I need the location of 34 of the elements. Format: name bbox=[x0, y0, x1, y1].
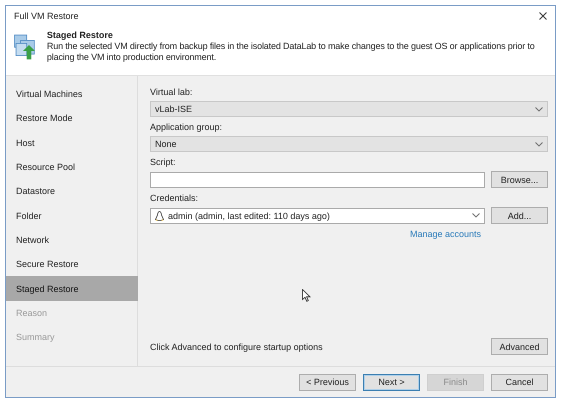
field-label: Credentials: bbox=[150, 193, 200, 204]
wizard-button[interactable]: < Previous bbox=[299, 374, 356, 390]
advanced-button[interactable]: Advanced bbox=[491, 338, 548, 355]
wizard-step[interactable]: Host bbox=[6, 130, 138, 155]
chevron-down-icon bbox=[535, 142, 543, 146]
field-label: Virtual lab: bbox=[150, 87, 194, 98]
wizard-step[interactable]: Resource Pool bbox=[6, 154, 138, 180]
advanced-hint: Click Advanced to configure startup options bbox=[150, 342, 323, 352]
wizard-button[interactable]: Next > bbox=[363, 374, 420, 390]
field-label: Script: bbox=[150, 157, 177, 168]
wizard-button[interactable]: Cancel bbox=[491, 374, 548, 390]
dropdown[interactable]: None bbox=[150, 136, 548, 152]
wizard-step[interactable]: Virtual Machines bbox=[6, 82, 138, 106]
dropdown[interactable]: vLab-ISE bbox=[150, 101, 548, 117]
window-title: Full VM Restore bbox=[14, 11, 79, 21]
manage-accounts-link[interactable]: Manage accounts bbox=[410, 229, 481, 239]
wizard-step[interactable]: Network bbox=[6, 228, 138, 252]
wizard-step[interactable]: Datastore bbox=[6, 179, 138, 204]
field-label: Application group: bbox=[150, 122, 224, 133]
add-button[interactable]: Add... bbox=[491, 207, 548, 224]
mouse-pointer-icon bbox=[302, 289, 311, 302]
browse-button[interactable]: Browse... bbox=[491, 171, 548, 188]
input-field[interactable] bbox=[150, 172, 485, 188]
penguin-icon bbox=[155, 210, 164, 220]
chevron-down-icon bbox=[535, 106, 543, 112]
close-icon[interactable] bbox=[539, 12, 547, 20]
wizard-step[interactable]: Secure Restore bbox=[6, 252, 138, 276]
page-title: Staged Restore bbox=[46, 30, 114, 40]
wizard-step[interactable]: Restore Mode bbox=[6, 106, 138, 131]
dropdown[interactable]: admin (admin, last edited: 110 days ago) bbox=[150, 208, 485, 224]
chevron-down-icon bbox=[472, 213, 480, 218]
wizard-step[interactable]: Folder bbox=[6, 203, 138, 228]
page-description: Run the selected VM directly from backup files in the isolated DataLab to make changes to the guest OS or applications prior to placing the VM into production environment. bbox=[46, 41, 536, 63]
wizard-step[interactable]: Staged Restore bbox=[6, 276, 138, 301]
